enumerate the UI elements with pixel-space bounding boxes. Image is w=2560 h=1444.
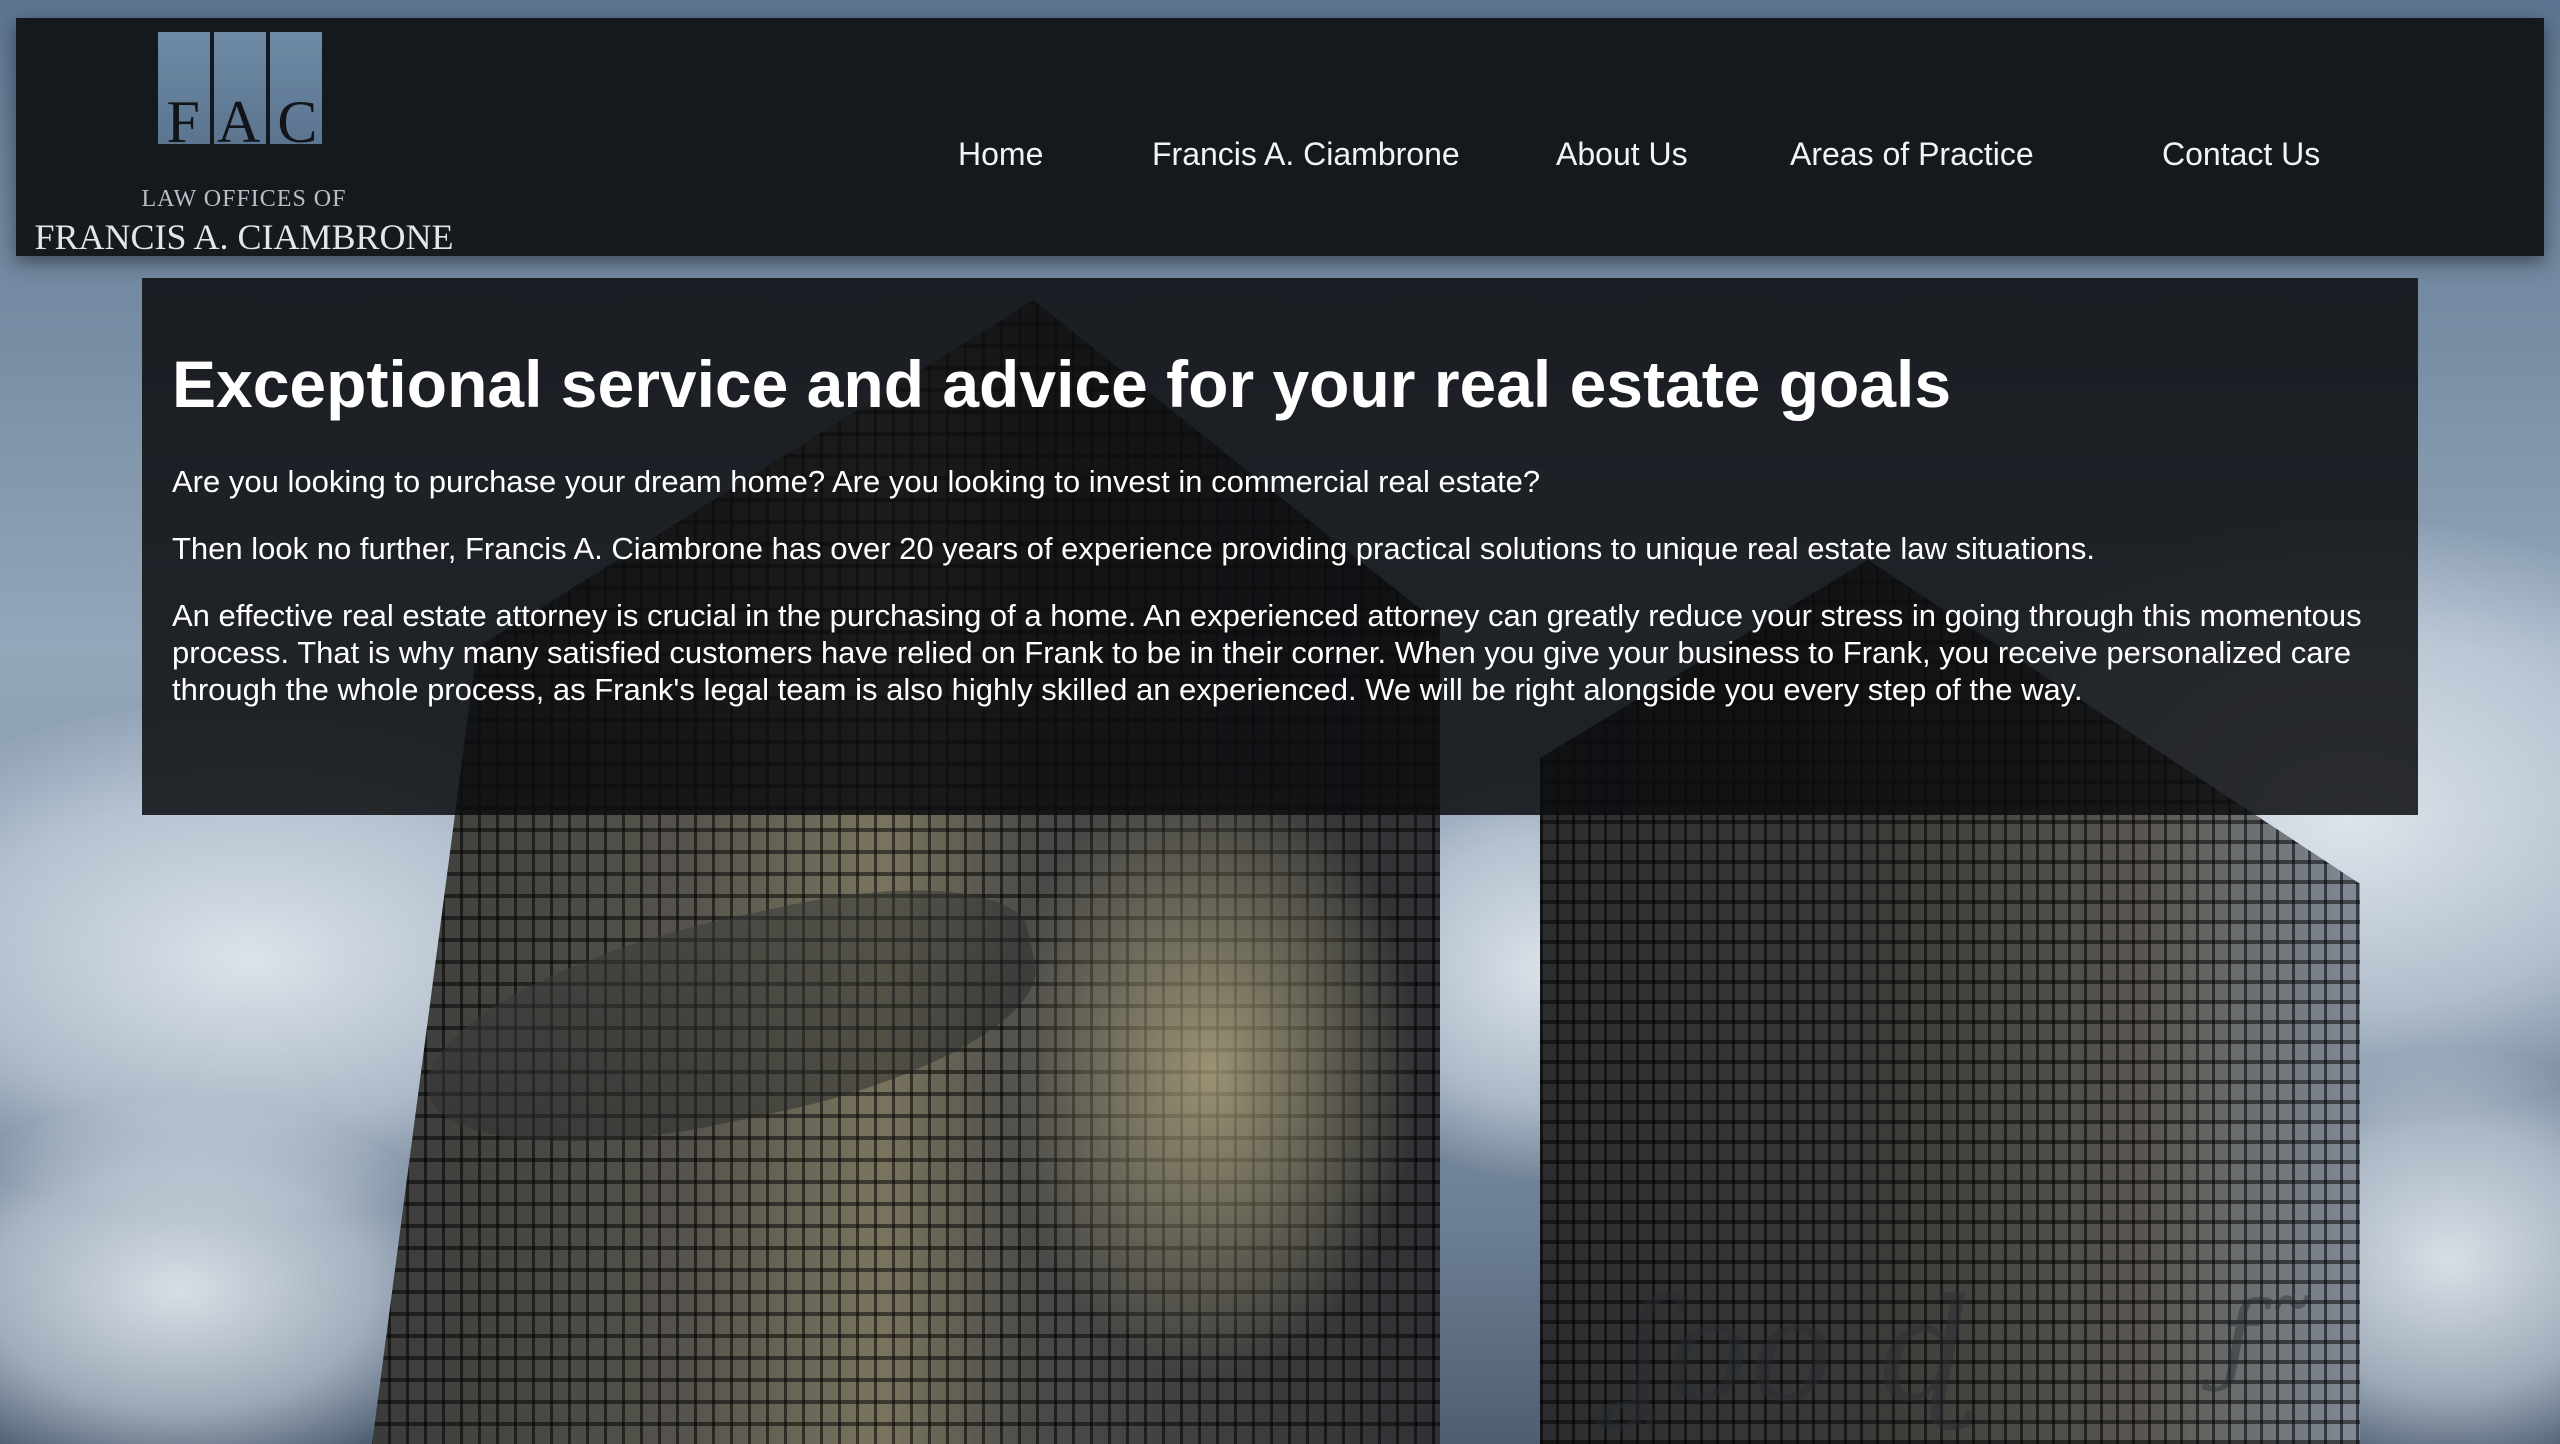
nav-item-francis-a-ciambrone[interactable]: Francis A. Ciambrone	[1152, 136, 1460, 173]
nav-item-about-us[interactable]: About Us	[1556, 136, 1688, 173]
site-header: F A C LAW OFFICES OF FRANCIS A. CIAMBRON…	[16, 18, 2544, 257]
nav-item-areas-of-practice[interactable]: Areas of Practice	[1790, 136, 2034, 173]
attorney-paragraph: An effective real estate attorney is cru…	[172, 597, 2362, 707]
nav-item-home[interactable]: Home	[958, 136, 1043, 173]
experience-paragraph: Then look no further, Francis A. Ciambro…	[172, 530, 2096, 566]
nav-item-contact-us[interactable]: Contact Us	[2162, 136, 2320, 173]
intro-paragraph: Are you looking to purchase your dream h…	[172, 463, 1541, 499]
page: ʆoo ɖ ƒ˜ F A C LAW OFFICES OF FRANCIS A.…	[0, 0, 2560, 1444]
page-title: Exceptional service and advice for your …	[172, 347, 1952, 421]
main-nav: Home Francis A. Ciambrone About Us Areas…	[16, 18, 2544, 256]
window-glow	[1000, 760, 1420, 1380]
content-panel: Exceptional service and advice for your …	[142, 278, 2418, 815]
handwriting-overlay: ʆoo ɖ	[1620, 1270, 1970, 1433]
handwriting-overlay: ƒ˜	[2220, 1280, 2308, 1397]
